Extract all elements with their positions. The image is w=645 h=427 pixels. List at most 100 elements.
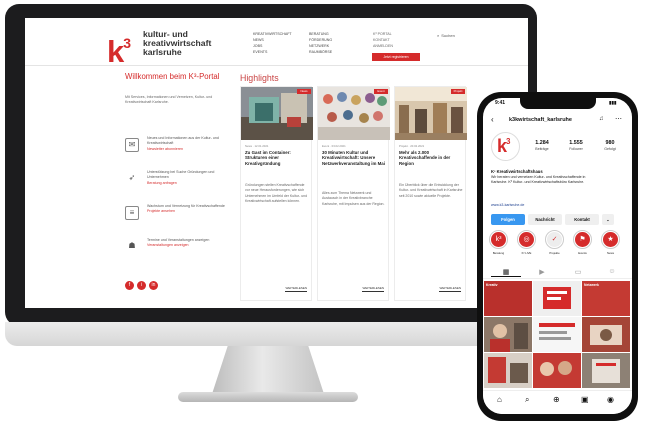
- feature-text: Neues und Informationen aus der Kultur- …: [147, 136, 235, 152]
- status-time: 9:41: [495, 100, 506, 106]
- post-grid: Kreativ Netzwerk: [484, 281, 631, 389]
- card-meta: Projekt · 20.02.2021: [399, 144, 425, 148]
- logo-letter: k: [107, 34, 124, 69]
- story-highlight[interactable]: ★ News: [599, 230, 622, 255]
- monitor-stand-neck: [212, 346, 324, 394]
- stat-posts[interactable]: 1.284 Beiträge: [527, 140, 557, 151]
- add-person-icon[interactable]: ⌄: [602, 214, 614, 225]
- post-thumbnail[interactable]: [533, 353, 581, 388]
- read-more-link[interactable]: Weiterlesen: [362, 286, 384, 292]
- instagram-icon[interactable]: i: [137, 281, 146, 290]
- highlight-card[interactable]: News News · 12.01.2021 Zu Gast im Contai…: [240, 86, 313, 301]
- card-badge: Event: [374, 89, 388, 94]
- card-image: Event: [318, 87, 390, 140]
- message-button[interactable]: Nachricht: [528, 214, 562, 225]
- card-title[interactable]: Mehr als 2.000 Kreativschaffende in der …: [399, 150, 463, 166]
- card-meta: News · 12.01.2021: [245, 144, 269, 148]
- post-thumbnail[interactable]: [533, 317, 581, 352]
- profile-handle: k3kwirtschaft_karlsruhe: [509, 117, 572, 123]
- desktop-screen: k3 kultur- und kreativwirtschaft karlsru…: [25, 18, 528, 308]
- feature-link[interactable]: Veranstaltungen anzeigen: [147, 243, 235, 248]
- post-thumbnail[interactable]: [484, 317, 532, 352]
- story-highlight[interactable]: ◎ K³ LIVE: [515, 230, 538, 255]
- story-highlight[interactable]: k³ Beratung: [487, 230, 510, 255]
- phone-notch: [520, 98, 596, 109]
- phone-screen: 9:41 ▮▮▮ ‹ k3kwirtschaft_karlsruhe ♫ ⋯ k…: [483, 98, 632, 414]
- story-highlight[interactable]: ⚑ Events: [571, 230, 594, 255]
- meta-nav: K³ Portal Kontakt Anmelden: [373, 31, 393, 49]
- feature-item: ✉ Neues und Informationen aus der Kultur…: [125, 136, 235, 160]
- search-icon: ⌕: [437, 33, 440, 38]
- feature-text: Termine und Veranstaltungen anzeigen Vera…: [147, 238, 235, 249]
- card-badge: Projekt: [451, 89, 465, 94]
- back-arrow-icon[interactable]: ‹: [491, 115, 494, 124]
- reels-tab-icon[interactable]: ▶: [527, 268, 557, 276]
- card-image: News: [241, 87, 313, 140]
- home-icon[interactable]: ⌂: [497, 395, 502, 404]
- card-image: Projekt: [395, 87, 467, 140]
- nav-item[interactable]: Raumbörse: [309, 49, 332, 55]
- story-highlight[interactable]: ✓ Projekte: [543, 230, 566, 255]
- feature-item: ≡ Wachstum und Vernetzung für Kreativsch…: [125, 204, 235, 228]
- monitor-chin: [5, 322, 537, 346]
- grid-tab-icon[interactable]: ▦: [491, 268, 521, 277]
- feature-text: Wachstum und Vernetzung für Kreativschaf…: [147, 204, 235, 215]
- main-nav-column-2: Beratung Förderung Netzwerk Raumbörse: [309, 31, 332, 55]
- post-thumbnail[interactable]: [484, 353, 532, 388]
- register-button[interactable]: Jetzt registrieren: [372, 53, 420, 61]
- highlight-card[interactable]: Event Event · 03.02.2021 30 Minuten Kult…: [317, 86, 390, 301]
- search-link[interactable]: ⌕ Suchen: [437, 33, 455, 38]
- shop-icon[interactable]: ▣: [581, 395, 589, 404]
- card-title[interactable]: 30 Minuten Kultur und Kreativwirtschaft:…: [322, 150, 386, 166]
- highlight-card[interactable]: Projekt Projekt · 20.02.2021 Mehr als 2.…: [394, 86, 467, 301]
- welcome-intro: Mit Services, Informationen und Vernetze…: [125, 95, 213, 105]
- follow-button[interactable]: Folgen: [491, 214, 525, 225]
- feature-item: ➶ Unterstützung bei Suche Gründungen und…: [125, 170, 235, 194]
- card-meta: Event · 03.02.2021: [322, 144, 346, 148]
- post-thumbnail[interactable]: Netzwerk: [582, 281, 630, 316]
- logo-line-3: karlsruhe: [143, 47, 182, 58]
- rocket-icon: ➶: [128, 173, 136, 182]
- read-more-link[interactable]: Weiterlesen: [285, 286, 307, 292]
- igtv-tab-icon[interactable]: ▭: [563, 268, 593, 276]
- contact-button[interactable]: Kontakt: [565, 214, 599, 225]
- welcome-title: Willkommen beim K³-Portal: [125, 72, 220, 81]
- linkedin-icon[interactable]: in: [149, 281, 158, 290]
- more-options-icon[interactable]: ⋯: [615, 115, 622, 123]
- site-header: k3 kultur- und kreativwirtschaft karlsru…: [25, 18, 528, 69]
- card-body: Gründungen stellen Kreativschaffende vor…: [245, 183, 308, 204]
- stat-following[interactable]: 980 Gefolgt: [595, 140, 625, 151]
- post-thumbnail[interactable]: [582, 353, 630, 388]
- feature-item: ☗ Termine und Veranstaltungen anzeigen Ve…: [125, 238, 235, 262]
- add-post-icon[interactable]: ⊕: [553, 395, 560, 404]
- stat-followers[interactable]: 1.555 Follower: [561, 140, 591, 151]
- bio-text: Wir beraten und vernetzen Kultur- und Kr…: [491, 175, 586, 184]
- feature-link[interactable]: Projekte ansehen: [147, 209, 235, 214]
- post-thumbnail[interactable]: Kreativ: [484, 281, 532, 316]
- post-thumbnail[interactable]: [533, 281, 581, 316]
- facebook-icon[interactable]: f: [125, 281, 134, 290]
- nav-item[interactable]: Events: [253, 49, 292, 55]
- bell-icon[interactable]: ♫: [599, 116, 604, 122]
- newsletter-icon: ✉: [125, 138, 139, 152]
- logo-wordmark[interactable]: kultur- und kreativwirtschaft karlsruhe: [143, 29, 233, 58]
- card-title[interactable]: Zu Gast im Container: Strukturen einer K…: [245, 150, 309, 166]
- bottom-nav: ⌂ ⌕ ⊕ ▣ ◉: [483, 390, 632, 414]
- k3-logo-mark[interactable]: k3: [107, 28, 131, 69]
- card-badge: News: [297, 89, 311, 94]
- meta-nav-item[interactable]: Anmelden: [373, 43, 393, 49]
- search-icon[interactable]: ⌕: [525, 395, 529, 405]
- tagged-tab-icon[interactable]: ☺: [597, 268, 627, 275]
- avatar-logo: k3: [497, 136, 511, 156]
- bio-link[interactable]: www.k3-karlsruhe.de: [491, 203, 524, 207]
- bio-name: K³ Kreativwirtschaftshaus: [491, 169, 543, 174]
- profile-icon[interactable]: ◉: [607, 395, 614, 404]
- profile-avatar[interactable]: k3: [491, 132, 520, 161]
- read-more-link[interactable]: Weiterlesen: [439, 286, 461, 292]
- search-label: Suchen: [441, 33, 455, 38]
- feature-link[interactable]: Newsletter abonnieren: [147, 147, 235, 152]
- feature-text: Unterstützung bei Suche Gründungen und U…: [147, 170, 235, 186]
- card-body: Alles zum Thema Netzwerk und Austausch i…: [322, 191, 385, 206]
- post-thumbnail[interactable]: [582, 317, 630, 352]
- feature-link[interactable]: Beratung anfragen: [147, 181, 235, 186]
